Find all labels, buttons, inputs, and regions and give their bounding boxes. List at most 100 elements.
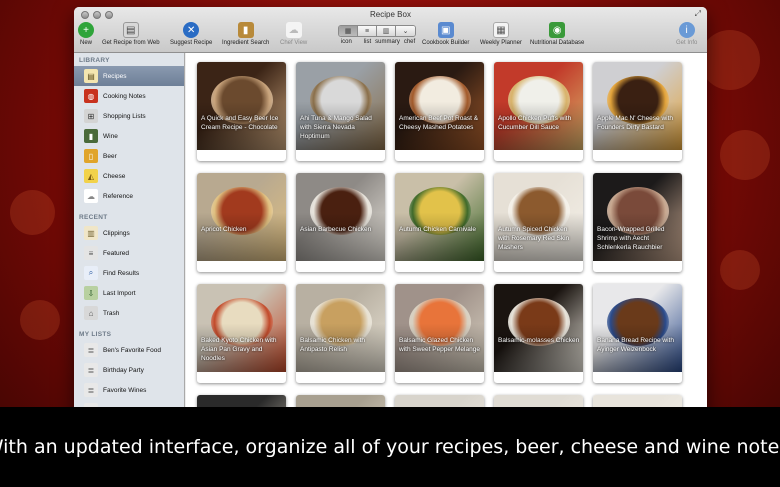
chef-hat-icon: ☁ (84, 189, 98, 203)
view-summary-label: summary (375, 39, 400, 45)
list-view-icon[interactable]: ≡ (358, 26, 377, 36)
featured-icon: ≡ (84, 246, 98, 260)
recipe-photo (395, 62, 484, 150)
sidebar-item-reference[interactable]: ☁ Reference (74, 186, 184, 206)
recipe-title: Balsamic Glazed Chicken with Sweet Peppe… (399, 337, 480, 353)
chef-view-icon[interactable]: ⌄ (396, 26, 415, 36)
sidebar-item-last-import[interactable]: ⇩ Last Import (74, 283, 184, 303)
suggest-recipe-button[interactable]: ✕ Suggest Recipe (170, 22, 212, 46)
recipe-card[interactable]: Balsamic-molasses Chicken (494, 284, 583, 383)
view-switcher[interactable]: ▦ ≡ ▥ ⌄ icon list summary chef (338, 22, 416, 45)
recipe-photo (296, 284, 385, 372)
new-button[interactable]: + New (78, 22, 94, 46)
recipe-title: A Quick and Easy Beer Ice Cream Recipe -… (201, 115, 279, 131)
recipe-card[interactable]: Baked Kyoto Chicken with Asian Pan Gravy… (197, 284, 286, 383)
recipe-title: Autumn Chicken Carnivale (399, 226, 476, 233)
web-page-icon: ▤ (122, 22, 139, 38)
sidebar-item-label: Cheese (103, 172, 126, 180)
sidebar-item-label: Find Results (103, 269, 140, 277)
sidebar-item-label: Birthday Party (103, 366, 144, 374)
trash-icon: ⌂ (84, 306, 98, 320)
marketing-caption-bar: With an updated interface, organize all … (0, 407, 780, 487)
view-segmented-control[interactable]: ▦ ≡ ▥ ⌄ (338, 25, 416, 37)
sidebar-item-label: Cooking Notes (103, 92, 146, 100)
bokeh-light (10, 190, 55, 235)
sidebar-item-label: Recipes (103, 72, 127, 80)
database-icon: ◉ (549, 22, 566, 38)
get-info-button[interactable]: i Get Info (676, 22, 697, 46)
magnifier-icon: ⌕ (84, 266, 98, 280)
sidebar-item-favorite-wines[interactable]: ≣ Favorite Wines (74, 380, 184, 400)
recipe-card[interactable]: Autumn Chicken Carnivale (395, 173, 484, 272)
recent-header: RECENT (79, 214, 108, 221)
cookbook-builder-button[interactable]: ▣ Cookbook Builder (422, 22, 469, 46)
nutritional-database-button[interactable]: ◉ Nutritional Database (530, 22, 584, 46)
sidebar-item-featured[interactable]: ≡ Featured (74, 243, 184, 263)
recipe-photo (197, 173, 286, 261)
chef-view-button[interactable]: ☁ Chef View (280, 22, 307, 46)
weekly-planner-button[interactable]: ▦ Weekly Planner (480, 22, 522, 46)
sidebar-item-trash[interactable]: ⌂ Trash (74, 303, 184, 323)
recipes-icon: ▤ (84, 69, 98, 83)
get-recipe-from-web-button[interactable]: ▤ Get Recipe from Web (102, 22, 160, 46)
recipe-title: Apricot Chicken (201, 226, 247, 233)
ingredient-search-button[interactable]: ▮ Ingredient Search (222, 22, 269, 46)
sidebar-item-cooking-notes[interactable]: ◍ Cooking Notes (74, 86, 184, 106)
ingredient-search-label: Ingredient Search (222, 40, 270, 46)
window-title: Recipe Box (370, 10, 411, 19)
bokeh-light (700, 30, 760, 90)
recipe-grid: A Quick and Easy Beer Ice Cream Recipe -… (197, 62, 682, 414)
recipe-card[interactable]: Banana Bread Recipe with Ayinger Weizenb… (593, 284, 682, 383)
icon-view-icon[interactable]: ▦ (339, 26, 358, 36)
bokeh-light (20, 300, 60, 340)
recipe-title: Bacon-Wrapped Grilled Shrimp with Aecht … (597, 226, 665, 251)
sidebar-item-find-results[interactable]: ⌕ Find Results (74, 263, 184, 283)
recipe-card[interactable]: Balsamic Glazed Chicken with Sweet Peppe… (395, 284, 484, 383)
recipe-title: Ahi Tuna & Mango Salad with Sierra Nevad… (300, 115, 372, 140)
sidebar-item-beer[interactable]: ▯ Beer (74, 146, 184, 166)
recipe-card[interactable]: Autumn Spiced Chicken with Rosemary Red … (494, 173, 583, 272)
sidebar-item-recipes[interactable]: ▤ Recipes (74, 66, 184, 86)
sidebar-item-clippings[interactable]: ▥ Clippings (74, 223, 184, 243)
sidebar-item-ben-s-favorite-food[interactable]: ≣ Ben's Favorite Food (74, 340, 184, 360)
recipe-card[interactable]: Bacon-Wrapped Grilled Shrimp with Aecht … (593, 173, 682, 272)
get-info-label: Get Info (676, 40, 698, 46)
bokeh-light (720, 250, 760, 290)
recipe-card[interactable]: Apricot Chicken (197, 173, 286, 272)
list-icon: ≣ (84, 363, 98, 377)
marketing-caption: With an updated interface, organize all … (0, 436, 780, 458)
nutritional-database-label: Nutritional Database (530, 40, 585, 46)
sidebar-item-birthday-party[interactable]: ≣ Birthday Party (74, 360, 184, 380)
fullscreen-icon[interactable]: ⤢ (695, 9, 701, 19)
sidebar-item-label: Ben's Favorite Food (103, 346, 161, 354)
recipe-photo (494, 284, 583, 372)
recipe-card[interactable]: Apple Mac N' Cheese with Founders Dirty … (593, 62, 682, 161)
cookbook-builder-label: Cookbook Builder (422, 40, 470, 46)
sidebar-item-cheese[interactable]: ◭ Cheese (74, 166, 184, 186)
wine-icon: ▮ (84, 129, 98, 143)
recipe-card[interactable]: Apollo Chicken Puffs with Cucumber Dill … (494, 62, 583, 161)
recipe-title: Baked Kyoto Chicken with Asian Pan Gravy… (201, 337, 277, 362)
recipe-card[interactable]: Balsamic Chicken with Antipasto Relish (296, 284, 385, 383)
sidebar-item-label: Clippings (103, 229, 130, 237)
sidebar-item-label: Last Import (103, 289, 136, 297)
recipe-title: Banana Bread Recipe with Ayinger Weizenb… (597, 337, 674, 353)
titlebar: Recipe Box ⤢ + New ▤ Get Recipe from Web… (74, 7, 707, 53)
sidebar-item-wine[interactable]: ▮ Wine (74, 126, 184, 146)
bokeh-light (720, 130, 770, 180)
sidebar-item-shopping-lists[interactable]: ⊞ Shopping Lists (74, 106, 184, 126)
sidebar-item-label: Trash (103, 309, 120, 317)
chef-hat-icon: ☁ (285, 22, 302, 38)
recipe-card[interactable]: Asian Barbecue Chicken (296, 173, 385, 272)
clippings-icon: ▥ (84, 226, 98, 240)
view-chef-label: chef (403, 39, 416, 45)
recipe-title: Apple Mac N' Cheese with Founders Dirty … (597, 115, 674, 131)
my-lists-header: MY LISTS (79, 331, 112, 338)
summary-view-icon[interactable]: ▥ (377, 26, 396, 36)
sidebar-item-label: Featured (103, 249, 130, 257)
recipe-card[interactable]: American Beef Pot Roast & Cheesy Mashed … (395, 62, 484, 161)
recipe-card[interactable]: A Quick and Easy Beer Ice Cream Recipe -… (197, 62, 286, 161)
recipe-card[interactable]: Ahi Tuna & Mango Salad with Sierra Nevad… (296, 62, 385, 161)
sidebar-item-label: Beer (103, 152, 117, 160)
import-icon: ⇩ (84, 286, 98, 300)
